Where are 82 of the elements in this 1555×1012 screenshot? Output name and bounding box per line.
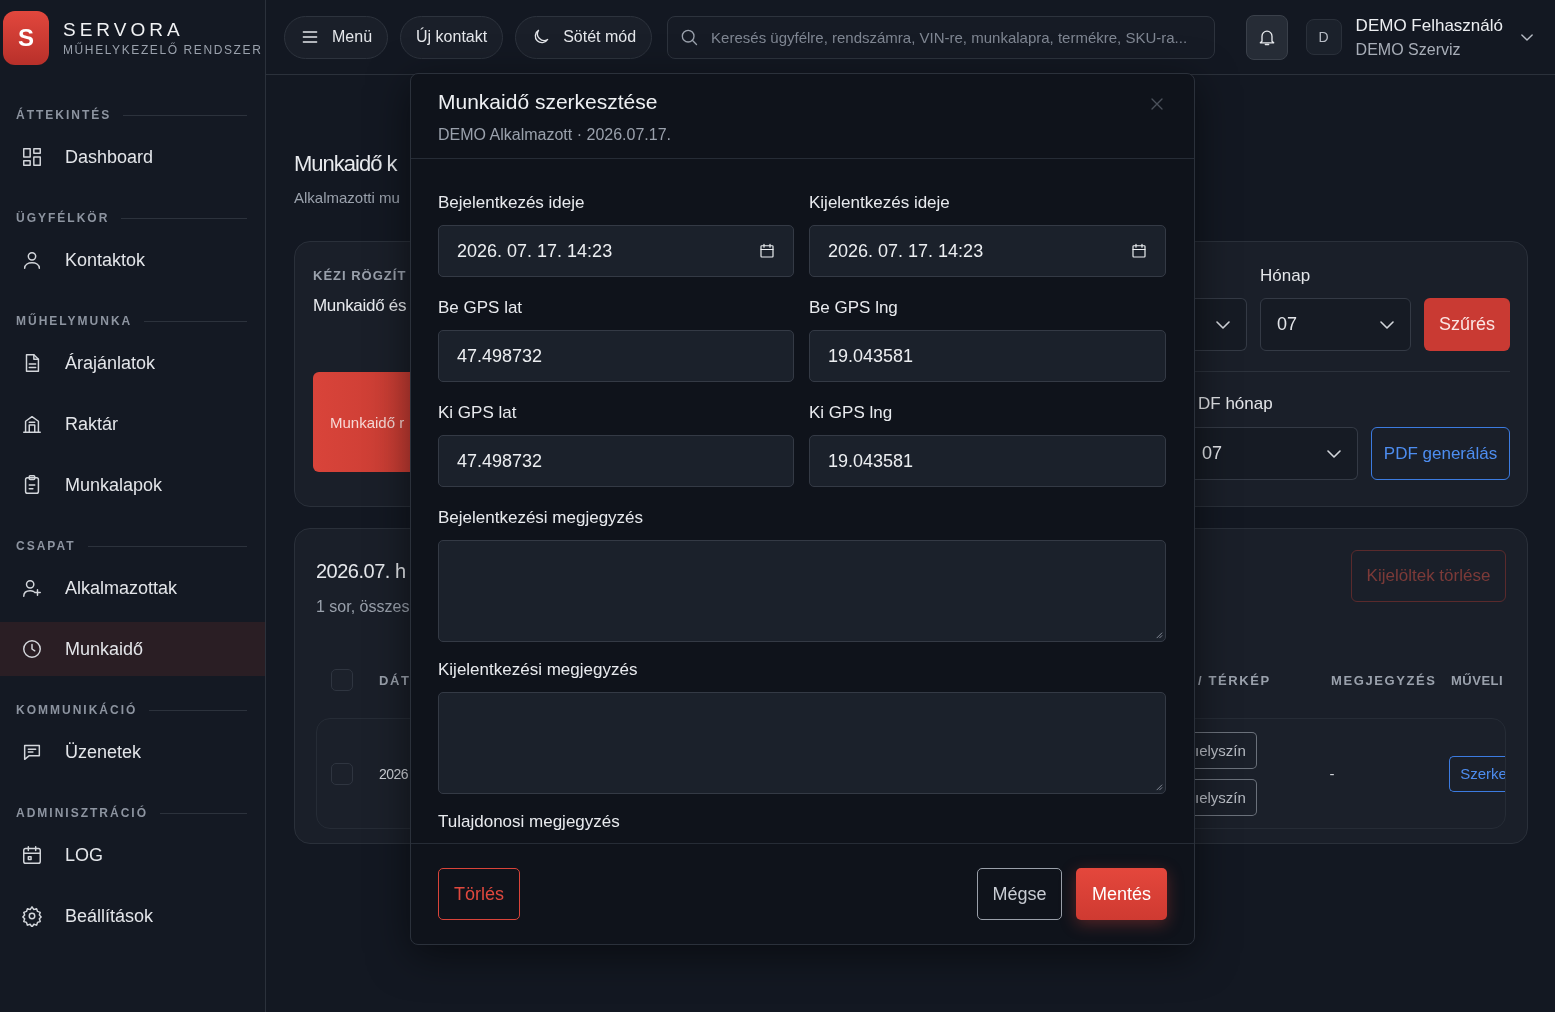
section-label: ADMINISZTRÁCIÓ xyxy=(16,806,148,820)
table-cell: 2026 xyxy=(379,765,409,782)
text-area[interactable] xyxy=(438,540,1166,642)
input-field[interactable]: 19.043581 xyxy=(809,330,1166,382)
sidebar-item[interactable]: Raktár xyxy=(0,397,265,451)
section-label: CSAPAT xyxy=(16,539,76,553)
dialog-subtitle: DEMO Alkalmazott · 2026.07.17. xyxy=(438,126,671,144)
column-header: MEGJEGYZÉS xyxy=(1331,672,1438,688)
delete-button[interactable]: Törlés xyxy=(438,868,520,920)
sidebar-item[interactable]: Árajánlatok xyxy=(0,336,265,390)
sidebar-item[interactable]: Alkalmazottak xyxy=(0,561,265,615)
resize-handle[interactable] xyxy=(1154,782,1163,791)
sidebar-item[interactable]: Munkaidő xyxy=(0,622,265,676)
field-label: DF hónap xyxy=(1197,394,1273,414)
new-contact-button[interactable]: Új kontakt xyxy=(400,15,504,59)
dialog-title: Munkaidő szerkesztése xyxy=(438,90,658,114)
section-label: MŰHELYMUNKA xyxy=(16,314,133,328)
sidebar-item[interactable]: Kontaktok xyxy=(0,233,265,287)
pdf-button[interactable]: PDF generálás xyxy=(1371,427,1510,480)
chevron-down-icon xyxy=(1327,449,1341,458)
notification-button[interactable] xyxy=(1245,14,1288,60)
month-select[interactable]: 07 xyxy=(1194,427,1358,480)
field-label: Tulajdonosi megjegyzés xyxy=(438,812,621,832)
user-name: DEMO Felhasználó xyxy=(1355,15,1503,36)
datetime-field[interactable]: 2026. 07. 17. 14:23 xyxy=(438,225,794,277)
calendar-icon xyxy=(21,844,43,866)
filter-button[interactable]: Szűrés xyxy=(1424,298,1510,351)
list-summary: 1 sor, összes xyxy=(316,598,410,616)
table-cell-text: - xyxy=(1329,765,1336,782)
page-subtitle: Alkalmazotti mu xyxy=(294,189,400,206)
input-field[interactable]: 47.498732 xyxy=(438,435,794,487)
sidebar-item[interactable]: Dashboard xyxy=(0,130,265,184)
sidebar-item[interactable]: Beállítások xyxy=(0,889,265,943)
column-header: DÁT xyxy=(379,672,411,688)
chevron-down-icon xyxy=(1521,33,1533,41)
calendar-icon xyxy=(758,242,776,260)
field-label: Be GPS lng xyxy=(809,298,899,318)
avatar[interactable]: D xyxy=(1305,19,1342,55)
chevron-down-icon xyxy=(1380,320,1394,329)
app-name: SERVORA xyxy=(63,18,185,41)
field-label: Bejelentkezési megjegyzés xyxy=(438,508,645,528)
field-label: Ki GPS lng xyxy=(809,403,894,423)
cancel-button[interactable]: Mégse xyxy=(977,868,1062,920)
field-label: Kijelentkezési megjegyzés xyxy=(438,660,639,680)
add-person-icon xyxy=(21,577,43,599)
building-icon xyxy=(21,413,43,435)
sidebar-item[interactable]: Munkalapok xyxy=(0,458,265,512)
menu-button[interactable]: Menü xyxy=(284,15,389,59)
list-title: 2026.07. h xyxy=(316,560,406,583)
sidebar-item[interactable]: Üzenetek xyxy=(0,725,265,779)
field-label: Kijelentkezés ideje xyxy=(809,193,951,213)
field-label: Bejelentkezés ideje xyxy=(438,193,586,213)
input-field[interactable]: 47.498732 xyxy=(438,330,794,382)
section-label: KOMMUNIKÁCIÓ xyxy=(16,703,138,717)
user-org: DEMO Szerviz xyxy=(1355,40,1461,59)
app-tagline: MŰHELYKEZELŐ RENDSZER xyxy=(63,42,263,57)
chevron-down-icon xyxy=(1216,320,1230,329)
sidebar-item[interactable]: LOG xyxy=(0,828,265,882)
month-select[interactable]: 07 xyxy=(1260,298,1411,351)
card-eyebrow: KÉZI RÖGZÍT xyxy=(313,268,407,283)
section-label: ÜGYFÉLKÖR xyxy=(16,211,110,225)
logo: S xyxy=(3,10,49,65)
resize-handle[interactable] xyxy=(1154,630,1163,639)
field-label: Hónap xyxy=(1260,266,1311,286)
input-field[interactable]: 19.043581 xyxy=(809,435,1166,487)
clock-icon xyxy=(21,638,43,660)
text-area[interactable] xyxy=(438,692,1166,794)
search-field[interactable]: Keresés ügyfélre, rendszámra, VIN-re, munkalapra, termékre, SKU-ra... xyxy=(667,15,1215,59)
dashboard-icon xyxy=(21,146,43,168)
dark-mode-button[interactable]: Sötét mód xyxy=(515,15,653,59)
person-icon xyxy=(21,249,43,271)
datetime-field[interactable]: 2026. 07. 17. 14:23 xyxy=(809,225,1166,277)
page-title: Munkaidő k xyxy=(294,151,397,177)
column-header: / TÉRKÉP xyxy=(1197,672,1272,688)
year-select[interactable] xyxy=(1194,298,1247,351)
calendar-icon xyxy=(1130,242,1148,260)
field-label: Be GPS lat xyxy=(438,298,524,318)
column-header: MŰVELI xyxy=(1451,672,1504,688)
card-heading: Munkaidő és xyxy=(313,296,407,316)
section-label: ÁTTEKINTÉS xyxy=(16,108,112,122)
save-button[interactable]: Mentés xyxy=(1076,868,1167,920)
settings-icon xyxy=(21,905,43,927)
